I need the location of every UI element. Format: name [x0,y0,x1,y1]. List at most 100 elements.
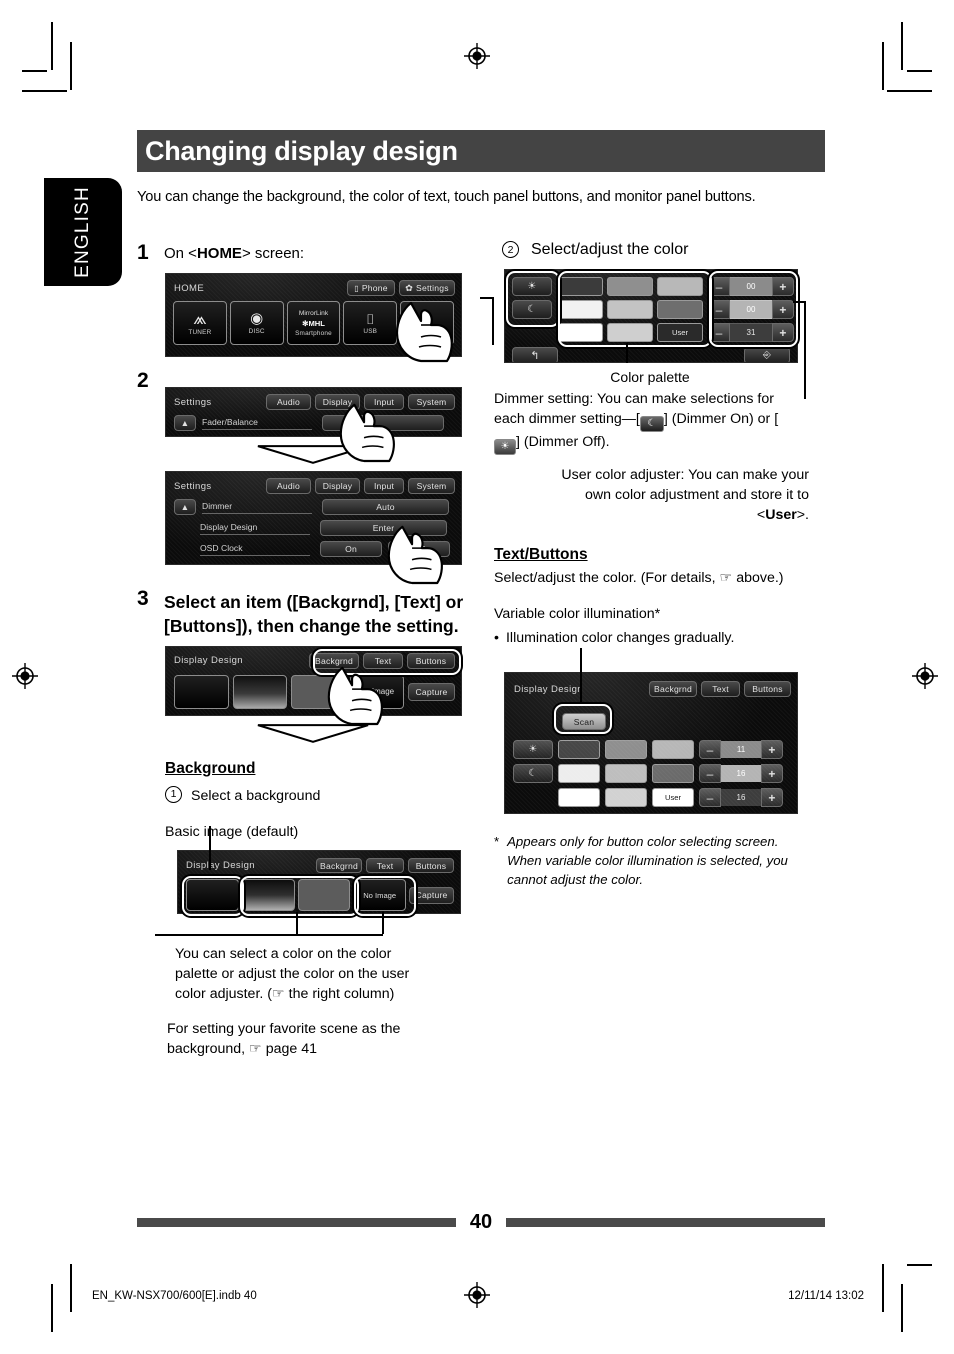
display-design-screen[interactable]: Display Design Backgrnd Text Buttons No … [165,645,462,716]
palette-swatch-6[interactable] [657,300,703,319]
scan-swatch-1[interactable] [558,740,600,760]
settings-1-tab-input[interactable]: Input [364,394,404,411]
settings-2-tab-audio[interactable]: Audio [266,478,311,495]
settings-1-row-value[interactable] [322,415,444,432]
bg-tab-text[interactable]: Text [366,858,404,874]
scan-exit-button[interactable]: ⎆ [744,813,790,814]
scan-button[interactable]: Scan [562,713,606,731]
background-screen[interactable]: Display Design Backgrnd Text Buttons No … [177,850,461,915]
home-settings-button[interactable]: ✿ Settings [399,280,455,297]
dd-tab-backgrnd[interactable]: Backgrnd [309,652,359,669]
settings-1-tab-system[interactable]: System [408,394,455,411]
palette-swatch-7[interactable] [557,323,603,342]
scan-user-button[interactable]: User [652,788,694,808]
scan-adjuster-3-plus[interactable]: + [761,788,783,808]
home-tile-disc[interactable]: ◉ DISC [229,301,284,346]
dimmer-note-part-c: ] (Dimmer Off). [516,434,610,451]
scan-swatch-8[interactable] [605,788,647,808]
dd-tab-text[interactable]: Text [363,652,403,669]
dd-tab-buttons[interactable]: Buttons [407,652,455,669]
scan-adjuster-2-minus[interactable]: – [699,764,721,784]
bg-thumb-3[interactable] [297,879,351,912]
settings-2-row-osd-off[interactable]: Off [388,541,450,558]
step-1: 1 On <HOME> screen: [137,241,468,265]
footer-bar-left [137,1217,456,1227]
settings-2-up-arrow[interactable]: ▲ [174,499,196,516]
palette-swatch-1[interactable] [557,277,603,296]
home-screen[interactable]: HOME ▯ Phone ✿ Settings ⩕ TUNER ◉ DISC M… [165,273,462,358]
scan-screen-title: Display Design [514,683,583,695]
scan-swatch-3[interactable] [652,740,694,760]
bg-tab-buttons[interactable]: Buttons [408,858,454,874]
palette-swatch-3[interactable] [657,277,703,296]
settings-2-tab-display[interactable]: Display [315,478,360,495]
bg-thumb-2[interactable] [241,879,295,912]
palette-swatch-5[interactable] [607,300,653,319]
settings-2-title: Settings [174,480,212,492]
scan-adjuster-1-minus[interactable]: – [699,740,721,760]
adjuster-1-plus[interactable]: + [772,277,794,296]
palette-swatch-8[interactable] [607,323,653,342]
dimmer-off-button[interactable]: ☀ [512,277,552,296]
adjuster-2-plus[interactable]: + [772,300,794,319]
home-tile-tuner-label: TUNER [188,329,212,337]
bg-capture-button[interactable]: Capture [409,886,455,904]
color-exit-button[interactable]: ⎆ [744,347,790,362]
scan-tab-backgrnd[interactable]: Backgrnd [649,681,697,698]
scan-swatch-7[interactable] [558,788,600,808]
scan-back-button[interactable]: ↰ [512,813,558,814]
color-back-button[interactable]: ↰ [512,347,558,362]
gear-icon: ✿ [405,282,414,293]
palette-swatch-4[interactable] [557,300,603,319]
scan-dimmer-off-button[interactable]: ☀ [513,740,553,760]
palette-swatch-2[interactable] [607,277,653,296]
settings-screen-1[interactable]: Settings Audio Display Input System ▲ Fa… [165,387,462,438]
settings-1-tab-display[interactable]: Display [315,394,360,411]
settings-2-row-design-value[interactable]: Enter [320,520,447,537]
scan-swatch-5[interactable] [605,764,647,784]
scan-swatch-2[interactable] [605,740,647,760]
dd-thumb-2[interactable] [232,674,287,709]
home-tile-smartphone[interactable]: MirrorLink ✻MHL Smartphone [286,301,341,346]
dd-thumb-3[interactable] [291,674,346,709]
leader-noimg-h [297,934,383,937]
adjuster-3-plus[interactable]: + [772,323,794,342]
dd-thumb-basic[interactable] [174,674,229,709]
settings-2-row-osd-on[interactable]: On [320,541,382,558]
scan-swatch-4[interactable] [558,764,600,784]
settings-2-tab-system[interactable]: System [408,478,455,495]
adjuster-3-minus[interactable]: – [708,323,730,342]
color-select-screen[interactable]: ☀ ☾ User – 00 + – 00 + – 31 + ↰ ⎆ [504,269,798,363]
dd-capture-button[interactable]: Capture [408,682,455,701]
crop-mark-tr-v2 [882,42,884,90]
home-tile-tuner[interactable]: ⩕ TUNER [173,301,227,346]
settings-1-up-arrow[interactable]: ▲ [174,415,196,432]
settings-2-row-dimmer-value[interactable]: Auto [322,499,449,516]
dimmer-on-button[interactable]: ☾ [512,300,552,319]
settings-1-tab-audio[interactable]: Audio [266,394,311,411]
scan-adjuster-1-plus[interactable]: + [761,740,783,760]
home-tile-ipod[interactable]: ♫ iPod [400,301,454,346]
palette-user-button[interactable]: User [657,323,703,342]
home-tile-usb[interactable]: ⌷ USB [343,301,398,346]
scan-swatch-6[interactable] [652,764,694,784]
home-phone-button[interactable]: ▯ Phone [347,280,395,297]
scan-tab-buttons[interactable]: Buttons [744,681,791,698]
settings-2-tab-input[interactable]: Input [364,478,404,495]
scan-adjuster-3-minus[interactable]: – [699,788,721,808]
scan-adjuster-2-plus[interactable]: + [761,764,783,784]
background-step-label: Select a background [191,787,321,804]
settings-screen-2[interactable]: Settings Audio Display Input System ▲ Di… [165,471,462,566]
user-adjuster-note-end: >. [796,507,809,524]
bg-thumb-basic[interactable] [186,879,239,912]
bg-tab-backgrnd[interactable]: Backgrnd [316,858,362,874]
scan-dimmer-on-button[interactable]: ☾ [513,764,553,784]
adjuster-1-minus[interactable]: – [708,277,730,296]
crop-mark-br-h [907,1264,932,1266]
bg-thumb-no-image[interactable]: No Image [353,879,407,912]
text-buttons-line-2: Variable color illumination* [494,605,661,622]
adjuster-2-minus[interactable]: – [708,300,730,319]
scan-screen[interactable]: Display Design Backgrnd Text Buttons Sca… [504,672,798,815]
dd-thumb-no-image[interactable]: No Image [349,674,404,709]
scan-tab-text[interactable]: Text [701,681,740,698]
